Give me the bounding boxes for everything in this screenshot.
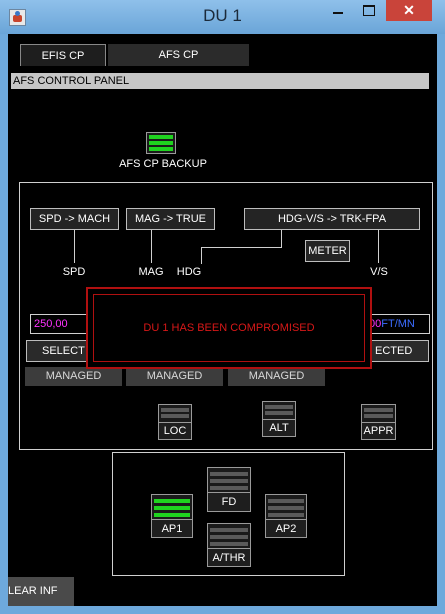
- close-button[interactable]: ✕: [386, 0, 432, 21]
- ap2-label: AP2: [266, 519, 306, 537]
- tab-afs-cp[interactable]: AFS CP: [108, 44, 249, 66]
- fd-label: FD: [208, 492, 250, 511]
- hdg-trk-button[interactable]: HDG-V/S -> TRK-FPA: [244, 208, 420, 230]
- spd-connector: [74, 230, 75, 263]
- maximize-button[interactable]: [354, 0, 383, 21]
- appr-label: APPR: [362, 422, 395, 439]
- fd-button[interactable]: FD: [207, 467, 251, 512]
- alert-message: DU 1 HAS BEEN COMPROMISED: [93, 294, 365, 362]
- loc-label: LOC: [159, 422, 191, 439]
- ap1-label: AP1: [152, 519, 192, 537]
- afs-cp-backup-indicator[interactable]: [146, 132, 176, 154]
- panel-header: AFS CONTROL PANEL: [11, 73, 429, 89]
- tab-efis-cp[interactable]: EFIS CP: [20, 44, 106, 66]
- mag-label: MAG: [138, 266, 164, 278]
- speed-managed-indicator[interactable]: MANAGED: [25, 367, 122, 386]
- ap2-button[interactable]: AP2: [265, 494, 307, 538]
- altitude-managed-indicator[interactable]: MANAGED: [228, 367, 325, 386]
- vs-unit: FT/MN: [381, 318, 415, 330]
- alt-button[interactable]: ALT: [262, 401, 296, 437]
- loc-button[interactable]: LOC: [158, 404, 192, 440]
- heading-managed-indicator[interactable]: MANAGED: [126, 367, 223, 386]
- speed-value-field[interactable]: 250,00: [30, 314, 90, 334]
- afs-cp-backup-label: AFS CP BACKUP: [119, 158, 207, 170]
- mag-connector: [151, 230, 152, 263]
- hdg-label: HDG: [176, 266, 202, 278]
- clear-info-button[interactable]: LEAR INF: [8, 577, 74, 606]
- vs-label: V/S: [370, 266, 388, 278]
- alt-label: ALT: [263, 419, 295, 436]
- speed-selected-button[interactable]: SELECT: [26, 340, 90, 362]
- compromise-alert-dialog: DU 1 HAS BEEN COMPROMISED: [86, 287, 372, 369]
- spd-label: SPD: [62, 266, 86, 278]
- hdg-connector-horizontal: [201, 247, 282, 248]
- minimize-button[interactable]: [324, 0, 353, 21]
- athr-label: A/THR: [208, 548, 250, 566]
- ap1-button[interactable]: AP1: [151, 494, 193, 538]
- appr-button[interactable]: APPR: [361, 404, 396, 440]
- mag-true-button[interactable]: MAG -> TRUE: [126, 208, 215, 230]
- hdg-connector-upper: [281, 230, 282, 247]
- hdg-connector-lower: [201, 247, 202, 264]
- spd-mach-button[interactable]: SPD -> MACH: [30, 208, 119, 230]
- vs-selected-button[interactable]: ECTED: [370, 340, 429, 362]
- vs-connector: [378, 230, 379, 263]
- meter-button[interactable]: METER: [305, 240, 350, 262]
- vs-value-field[interactable]: 00FT/MN: [368, 314, 430, 334]
- athr-button[interactable]: A/THR: [207, 523, 251, 567]
- title-bar: DU 1 ✕: [0, 0, 445, 34]
